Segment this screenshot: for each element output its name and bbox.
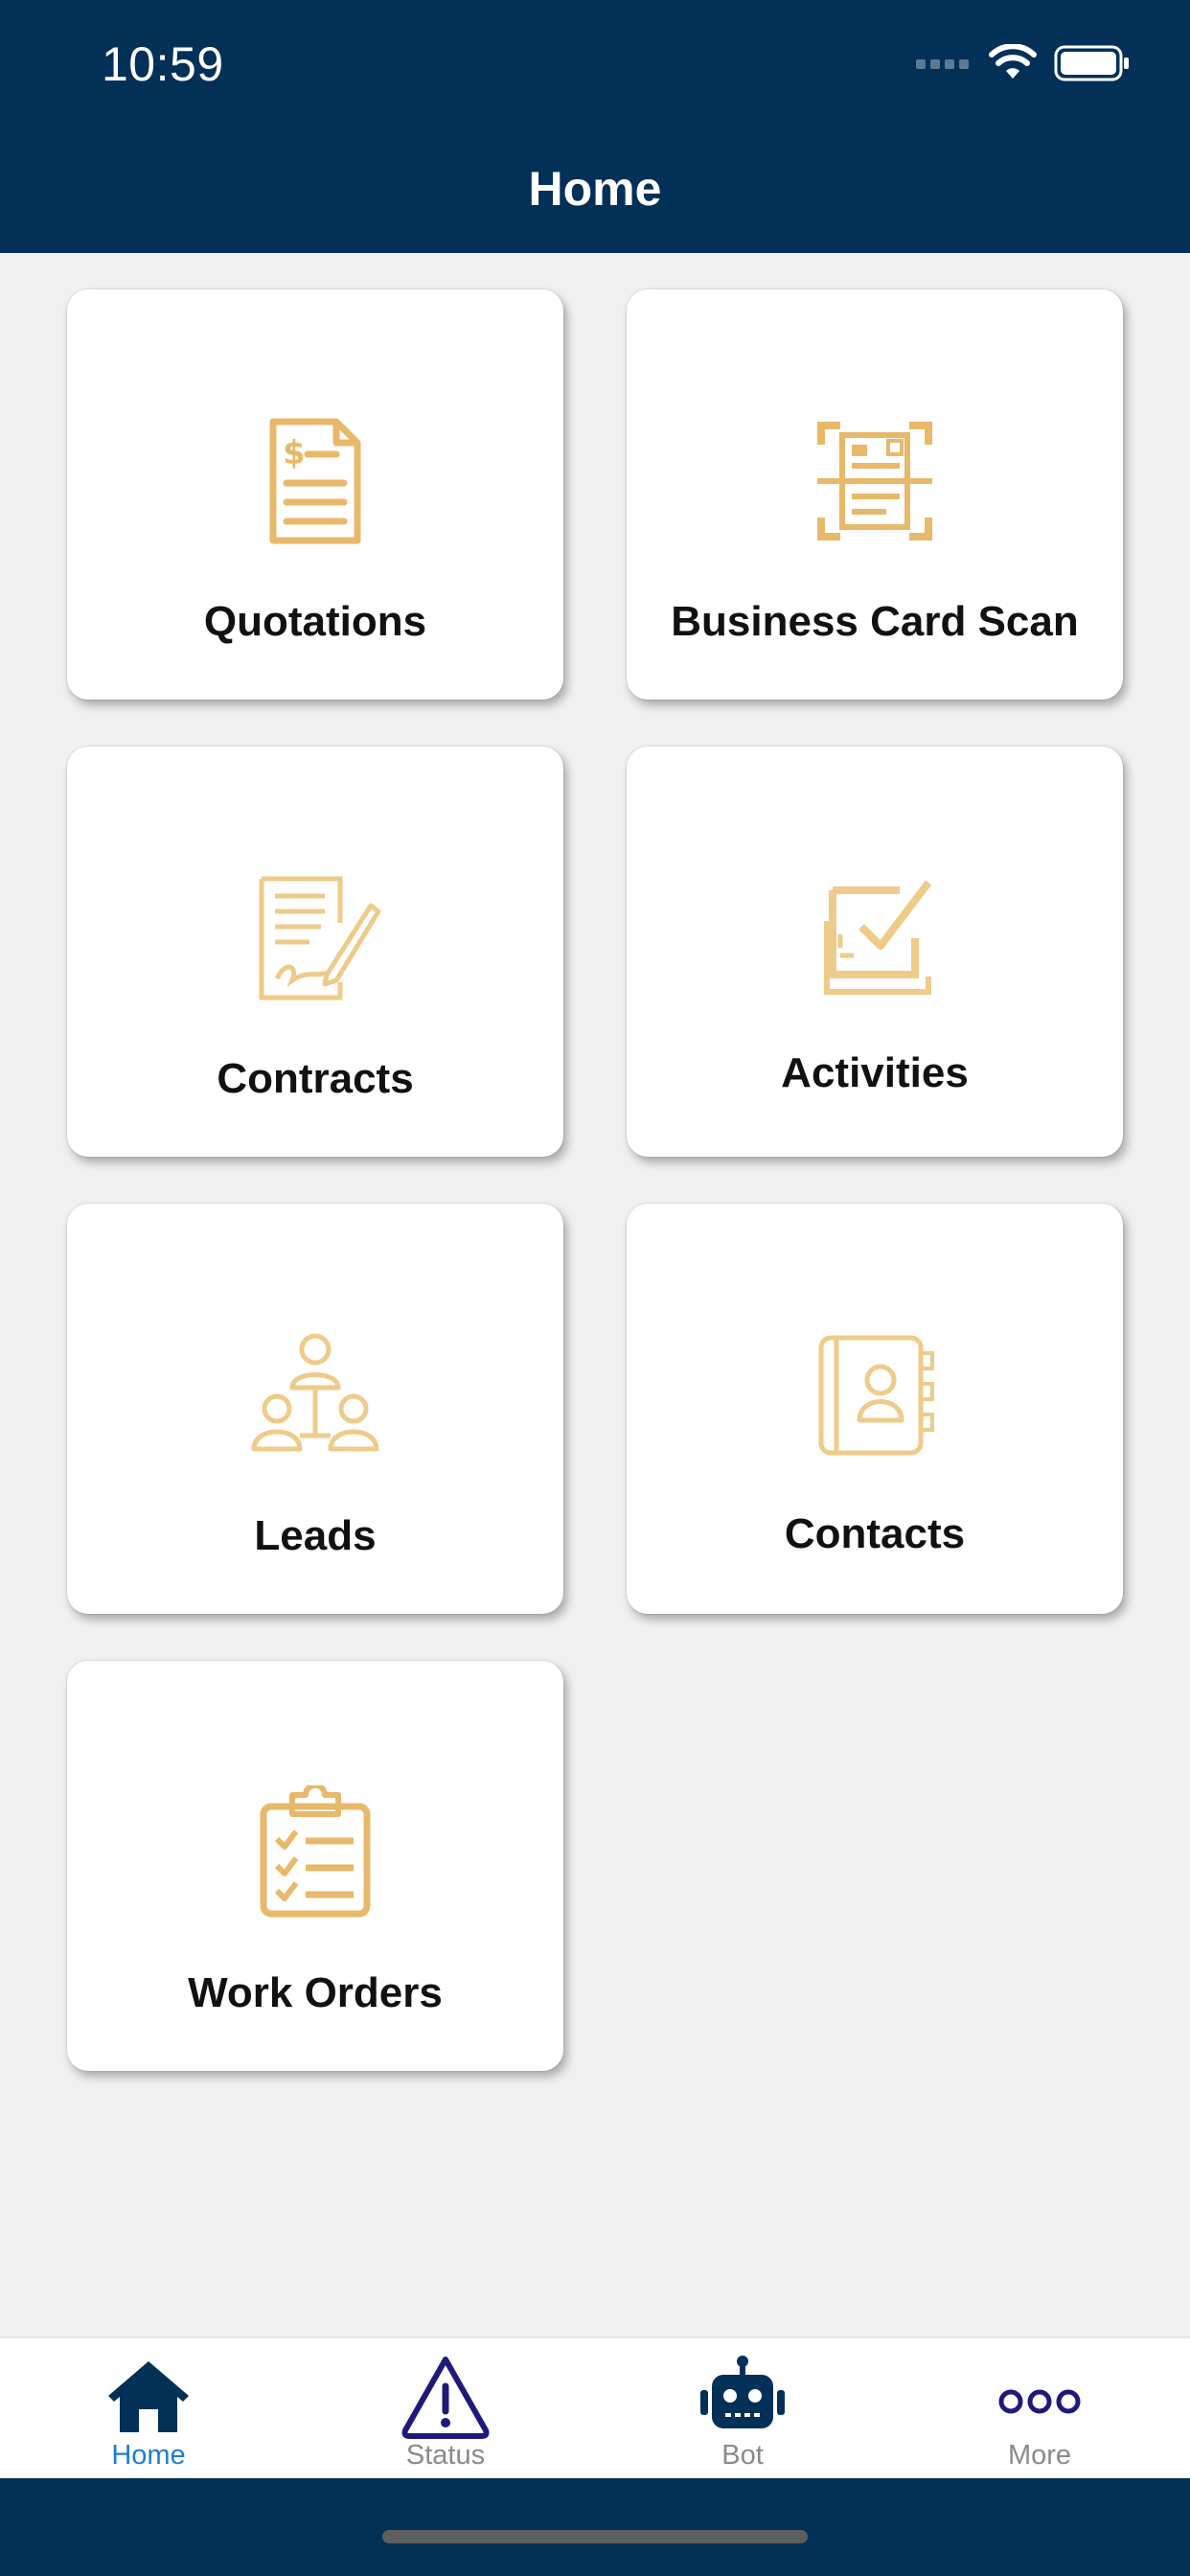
tile-label: Contracts	[217, 1055, 414, 1102]
tile-label: Business Card Scan	[671, 598, 1079, 645]
battery-icon	[1054, 44, 1131, 87]
tab-label: Bot	[721, 2440, 764, 2471]
tile-quotations[interactable]: $ Quotations	[67, 289, 563, 700]
tab-bot[interactable]: Bot	[594, 2338, 891, 2478]
tile-label: Work Orders	[188, 1969, 443, 2016]
clipboard-checklist-icon	[248, 1782, 382, 1920]
tile-leads[interactable]: Leads	[67, 1204, 563, 1614]
header-bar: 10:59 Home	[0, 0, 1190, 253]
leads-hierarchy-icon	[248, 1328, 382, 1462]
card-scan-icon	[808, 414, 942, 548]
tab-home[interactable]: Home	[0, 2338, 297, 2478]
bottom-safe-area	[0, 2478, 1190, 2576]
tab-bar: Home Status Bot More	[0, 2336, 1190, 2478]
home-icon	[103, 2352, 195, 2444]
warning-icon	[400, 2352, 492, 2444]
activity-check-icon	[808, 871, 942, 1005]
tile-work-orders[interactable]: Work Orders	[67, 1661, 563, 2071]
tab-status[interactable]: Status	[297, 2338, 594, 2478]
tile-label: Activities	[781, 1049, 969, 1096]
contacts-book-icon	[808, 1328, 942, 1462]
tile-label: Quotations	[203, 598, 427, 645]
more-dots-icon	[994, 2352, 1086, 2444]
wifi-icon	[989, 42, 1037, 87]
tab-more[interactable]: More	[891, 2338, 1188, 2478]
contract-sign-icon	[248, 871, 382, 1005]
tab-label: More	[1007, 2440, 1072, 2471]
tile-label: Contacts	[784, 1510, 966, 1557]
tab-label: Status	[405, 2440, 486, 2471]
tile-label: Leads	[254, 1512, 377, 1559]
tile-contacts[interactable]: Contacts	[627, 1204, 1123, 1614]
tab-label: Home	[111, 2440, 186, 2471]
tile-activities[interactable]: Activities	[627, 747, 1123, 1157]
status-time: 10:59	[102, 37, 224, 91]
quotation-document-icon: $	[248, 414, 382, 548]
robot-icon	[697, 2352, 789, 2444]
tile-business-card-scan[interactable]: Business Card Scan	[627, 289, 1123, 700]
home-indicator[interactable]	[382, 2530, 808, 2543]
status-icons	[916, 42, 1131, 87]
svg-text:$: $	[283, 434, 306, 472]
signal-icon	[916, 54, 972, 78]
page-title: Home	[528, 162, 662, 216]
tile-contracts[interactable]: Contracts	[67, 747, 563, 1157]
